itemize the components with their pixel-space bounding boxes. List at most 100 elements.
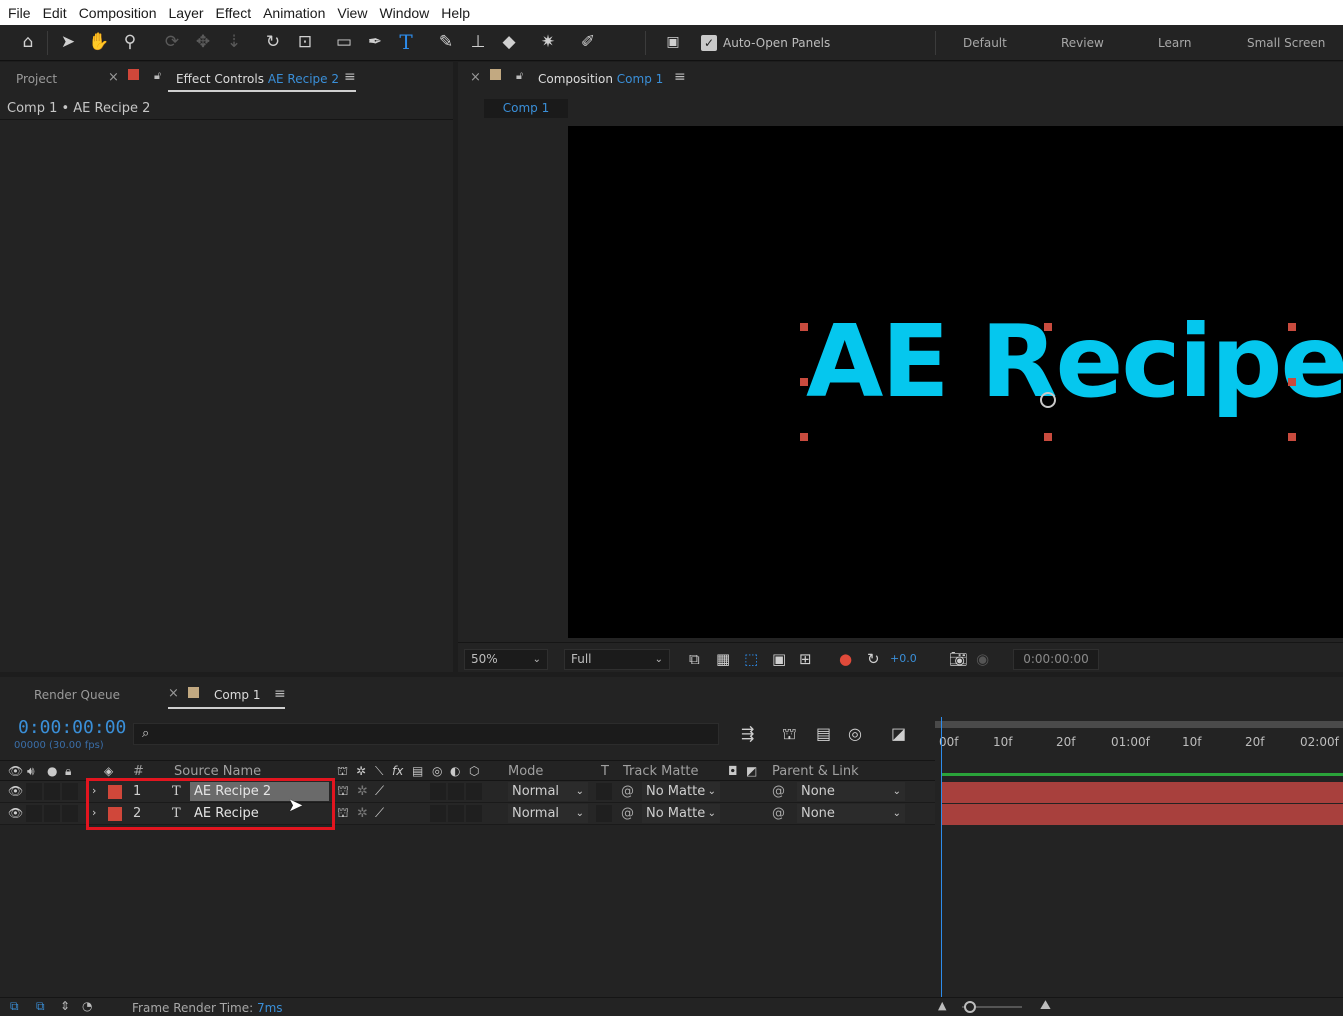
text-tool-icon[interactable]: T [393, 29, 419, 55]
time-navigator[interactable] [935, 721, 1343, 728]
preserve-transparency-toggle[interactable] [596, 805, 612, 822]
pan-behind-icon[interactable]: ⊡ [292, 29, 318, 55]
lock-icon[interactable]: 🔒︎ [65, 764, 71, 779]
workspace-small-screen[interactable]: Small Screen [1247, 36, 1325, 50]
column-parent-link[interactable]: Parent & Link [772, 764, 859, 779]
quality-switch-icon[interactable]: ⟋ [375, 784, 384, 799]
transform-handle[interactable] [1288, 378, 1296, 386]
lock-icon[interactable]: 🔓︎ [154, 69, 161, 83]
layer-duration-bar[interactable] [941, 782, 1343, 803]
menu-edit[interactable]: Edit [37, 5, 73, 21]
preserve-transparency-toggle[interactable] [596, 783, 612, 800]
layer-duration-bar[interactable] [941, 804, 1343, 825]
adjustment-toggle[interactable] [448, 805, 464, 822]
menu-file[interactable]: File [0, 5, 37, 21]
pen-tool-icon[interactable]: ✒ [362, 29, 388, 55]
work-area-bar[interactable] [941, 773, 1343, 776]
tab-project[interactable]: Project [16, 72, 57, 86]
viewer-timecode[interactable]: 0:00:00:00 [1013, 649, 1099, 670]
tab-render-queue[interactable]: Render Queue [34, 688, 120, 702]
transform-handle[interactable] [800, 323, 808, 331]
column-mode[interactable]: Mode [508, 764, 543, 779]
shy-switch-icon[interactable]: ⛫ [337, 784, 349, 801]
audio-icon[interactable]: 🔊︎ [27, 764, 35, 779]
track-matte-pickwhip-icon[interactable]: @ [621, 806, 634, 821]
selection-tool-icon[interactable]: ➤ [55, 29, 81, 55]
transparency-grid-icon[interactable]: ▦ [716, 650, 730, 668]
audio-toggle[interactable] [26, 805, 42, 822]
region-of-interest-icon[interactable]: ▣ [772, 650, 786, 668]
menu-composition[interactable]: Composition [73, 5, 163, 21]
lock-icon[interactable]: 🔓︎ [516, 69, 523, 83]
tab-comp-1[interactable]: Comp 1 [214, 688, 260, 702]
pan-camera-icon[interactable]: ✥ [190, 29, 216, 55]
close-icon[interactable]: × [108, 70, 119, 85]
transform-handle[interactable] [800, 433, 808, 441]
blend-mode-dropdown[interactable]: Normal ⌄ [508, 804, 588, 823]
hand-tool-icon[interactable]: ✋ [86, 29, 112, 55]
snapshot-camera-icon[interactable]: 📷︎ [949, 650, 968, 668]
lock-toggle[interactable] [62, 783, 78, 800]
audio-toggle[interactable] [26, 783, 42, 800]
track-matte-dropdown[interactable]: No Matte ⌄ [642, 782, 720, 801]
lock-toggle[interactable] [62, 805, 78, 822]
fast-previews-icon[interactable]: ⧉ [689, 650, 700, 668]
motion-blur-toggle[interactable] [430, 783, 446, 800]
magnification-dropdown[interactable]: 50% ⌄ [464, 649, 548, 670]
tab-effect-controls[interactable]: Effect Controls AE Recipe 2 [176, 72, 339, 86]
quality-switch-icon[interactable]: ⟋ [375, 806, 384, 821]
orbit-camera-icon[interactable]: ⟳ [159, 29, 185, 55]
mask-visibility-icon[interactable]: ⬚ [744, 650, 758, 668]
show-snapshot-icon[interactable]: ◉ [976, 650, 989, 668]
rotation-tool-icon[interactable]: ↻ [260, 29, 286, 55]
composition-viewer[interactable]: AE Recipe [568, 126, 1343, 638]
layer-search-input[interactable]: ⌕ [133, 723, 719, 745]
roto-brush-icon[interactable]: ✷ [535, 29, 561, 55]
home-icon[interactable]: ⌂ [15, 29, 41, 55]
graph-editor-icon[interactable]: ◪ [891, 724, 906, 743]
close-icon[interactable]: × [168, 686, 179, 701]
eye-icon[interactable]: 👁︎ [8, 784, 23, 798]
grid-guides-icon[interactable]: ⊞ [799, 650, 812, 668]
column-source-name[interactable]: Source Name [174, 764, 261, 779]
timeline-graph-area[interactable]: 00f 10f 20f 01:00f 10f 20f 02:00f [935, 717, 1343, 997]
transform-handle[interactable] [800, 378, 808, 386]
composition-flowchart-icon[interactable]: ⇶ [741, 724, 754, 743]
eye-icon[interactable]: 👁︎ [8, 764, 23, 778]
track-matte-dropdown[interactable]: No Matte ⌄ [642, 804, 720, 823]
blend-mode-dropdown[interactable]: Normal ⌄ [508, 782, 588, 801]
parent-dropdown[interactable]: None ⌄ [797, 804, 905, 823]
solo-icon[interactable]: ● [47, 764, 57, 778]
column-track-matte[interactable]: Track Matte [623, 764, 699, 779]
transform-handle[interactable] [1288, 323, 1296, 331]
collapse-switch-icon[interactable]: ✲ [357, 806, 368, 821]
track-matte-pickwhip-icon[interactable]: @ [621, 784, 634, 799]
label-tag-icon[interactable]: ◈ [104, 764, 113, 778]
tab-composition[interactable]: Composition Comp 1 [538, 72, 663, 86]
close-icon[interactable]: × [470, 70, 481, 85]
collapse-switch-icon[interactable]: ✲ [357, 784, 368, 799]
menu-layer[interactable]: Layer [163, 5, 210, 21]
transform-handle[interactable] [1288, 433, 1296, 441]
solo-toggle[interactable] [44, 805, 60, 822]
transform-handle[interactable] [1044, 323, 1052, 331]
3d-toggle[interactable] [466, 783, 482, 800]
zoom-in-icon[interactable]: ⛰ [1040, 998, 1051, 1013]
rectangle-tool-icon[interactable]: ▭ [331, 29, 357, 55]
transfer-controls-icon[interactable]: ⧉ [36, 999, 45, 1014]
layer-switches-icon[interactable]: ⧉ [10, 999, 19, 1014]
frame-blending-icon[interactable]: ▤ [816, 724, 831, 743]
resolution-dropdown[interactable]: Full ⌄ [564, 649, 670, 670]
zoom-out-icon[interactable]: ▲ [938, 999, 946, 1012]
zoom-slider-thumb[interactable] [964, 1001, 976, 1013]
menu-animation[interactable]: Animation [257, 5, 331, 21]
current-time-display[interactable]: 0:00:00:00 [18, 717, 126, 738]
dolly-camera-icon[interactable]: ⇣ [221, 29, 247, 55]
eye-icon[interactable]: 👁︎ [8, 806, 23, 820]
clone-stamp-icon[interactable]: ⊥ [465, 29, 491, 55]
auto-open-checkbox[interactable]: ✓ [701, 35, 717, 51]
render-time-icon[interactable]: ◔ [82, 999, 92, 1013]
solo-toggle[interactable] [44, 783, 60, 800]
3d-toggle[interactable] [466, 805, 482, 822]
motion-blur-icon[interactable]: ◎ [848, 724, 862, 743]
